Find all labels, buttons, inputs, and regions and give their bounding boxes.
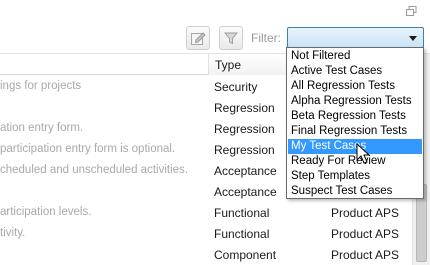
cell-description: tivity. <box>0 227 26 239</box>
filter-option[interactable]: Alpha Regression Tests <box>288 94 422 109</box>
filter-option[interactable]: Suspect Test Cases <box>288 184 422 199</box>
chevron-down-icon[interactable] <box>409 36 417 41</box>
filter-dropdown-list: Not Filtered Active Test Cases All Regress… <box>286 47 424 199</box>
filter-option[interactable]: Active Test Cases <box>288 64 422 79</box>
cell-type: Acceptance <box>214 164 277 178</box>
cell-description: articipation levels. <box>0 206 92 218</box>
cell-product: Product APS <box>331 206 400 220</box>
funnel-icon <box>224 32 238 45</box>
filter-option[interactable]: Step Templates <box>288 169 422 184</box>
filter-option[interactable]: My Test Cases <box>288 139 422 154</box>
cell-type: Regression <box>214 143 275 157</box>
cell-description: cheduled and unscheduled activities. <box>0 164 188 176</box>
filter-option[interactable]: Final Regression Tests <box>288 124 422 139</box>
cell-description: ings for projects <box>0 80 82 92</box>
cell-type: Security <box>214 80 258 94</box>
cell-type: Component <box>214 248 277 262</box>
filter-label: Filter: <box>251 31 281 45</box>
filter-option[interactable]: Not Filtered <box>288 49 422 64</box>
cell-type: Functional <box>214 206 270 220</box>
column-header-type[interactable]: Type <box>208 54 288 75</box>
cell-description: ation entry form. <box>0 122 84 134</box>
mouse-pointer-icon <box>356 143 371 164</box>
cell-type: Acceptance <box>214 185 277 199</box>
filter-option[interactable]: Ready For Review <box>288 154 422 169</box>
table-row[interactable]: Component Product APS <box>0 244 412 265</box>
restore-window-icon[interactable] <box>406 6 417 16</box>
cell-product: Product APS <box>331 227 400 241</box>
cell-type: Regression <box>214 101 275 115</box>
table-row[interactable]: tivity. Functional Product APS <box>0 223 412 244</box>
cell-type: Regression <box>214 122 275 136</box>
title-strip <box>0 0 430 22</box>
edit-icon <box>191 32 206 45</box>
edit-button[interactable] <box>186 26 210 50</box>
cell-type: Functional <box>214 227 270 241</box>
cell-description: participation entry form is optional. <box>0 143 176 155</box>
column-header-description[interactable] <box>0 54 208 75</box>
filter-option[interactable]: Beta Regression Tests <box>288 109 422 124</box>
table-row[interactable]: articipation levels. Functional Product AP… <box>0 202 412 223</box>
filter-funnel-button[interactable] <box>219 26 243 50</box>
filter-option[interactable]: All Regression Tests <box>288 79 422 94</box>
filter-select[interactable] <box>287 27 424 48</box>
cell-product: Product APS <box>331 248 400 262</box>
